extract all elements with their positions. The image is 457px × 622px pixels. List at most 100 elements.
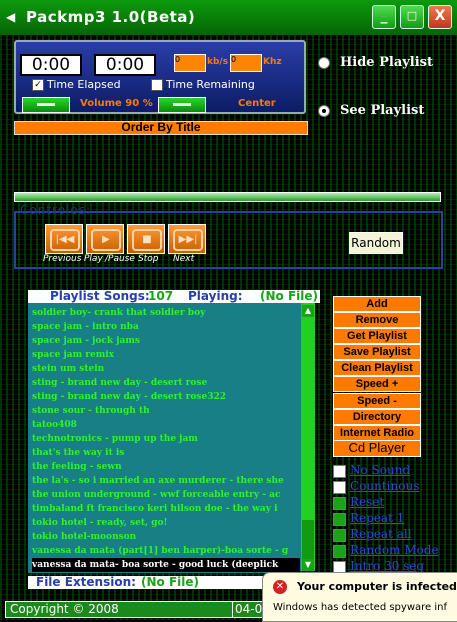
no-sound-checkbox[interactable] — [333, 465, 346, 478]
time-remaining-label: Time Remaining — [166, 78, 255, 91]
notification-body: Windows has detected spyware inf — [273, 602, 447, 613]
bitrate-spinner[interactable]: 0 — [174, 54, 206, 72]
playlist-item[interactable]: vanessa da mata (part[1] ben harper)-boa… — [32, 544, 300, 558]
pause-label: /Pause — [105, 254, 135, 264]
playlist-item[interactable]: tatoo408 — [32, 418, 300, 432]
hide-playlist-radio[interactable] — [318, 57, 330, 69]
next-icon: ▶▶| — [173, 229, 203, 251]
time-remaining-display: 0:00 — [94, 54, 156, 76]
speed-button[interactable]: Speed + — [333, 376, 421, 392]
speaker-icon: ◀ — [6, 10, 16, 24]
hide-playlist-label[interactable]: Hide Playlist — [340, 55, 433, 70]
playlist-item[interactable]: soldier boy- crank that soldier boy — [32, 306, 300, 320]
frequency-value: 0 — [231, 55, 237, 64]
playlist-item[interactable]: space jam remix — [32, 348, 300, 362]
play-label: Play — [84, 254, 103, 264]
playlist-list[interactable]: soldier boy- crank that soldier boy space… — [28, 303, 300, 573]
playlist-item[interactable]: the la's - so i married an axe murderer … — [32, 474, 300, 488]
window-title: Packmp3 1.0(Beta) — [26, 8, 196, 26]
playlist-songs-count: 107 — [148, 289, 174, 303]
get-playlist-button[interactable]: Get Playlist — [333, 328, 421, 344]
previous-button[interactable]: |◀◀ — [45, 224, 83, 254]
stop-icon: ■ — [132, 229, 162, 251]
reset-checkbox[interactable] — [333, 497, 346, 510]
playlist-item[interactable]: timbaland ft francisco keri hilson doe -… — [32, 502, 300, 516]
remove-button[interactable]: Remove — [333, 312, 421, 328]
playlist-item[interactable]: vanessa da mata- boa sorte - good luck (… — [32, 558, 300, 572]
controls-title: Controlos: — [20, 203, 92, 217]
random-button[interactable]: Random — [349, 232, 403, 254]
player-panel: 0:00 0:00 0 kb/s 0 Khz ✓ Time Elapsed Ti… — [14, 40, 306, 114]
playlist-scrollbar[interactable]: ▲ ▼ — [300, 303, 315, 571]
stop-button[interactable]: ■ — [127, 224, 165, 254]
playlist-item[interactable]: sting - brand new day - desert rose322 — [32, 390, 300, 404]
no-sound-option-label[interactable]: No Sound — [350, 464, 410, 477]
playlist-item[interactable]: stein um stein — [32, 362, 300, 376]
repeat-1-checkbox[interactable] — [333, 513, 346, 526]
bitrate-label: kb/s — [207, 57, 229, 67]
repeat-all-checkbox[interactable] — [333, 529, 346, 542]
playlist-item[interactable]: tokio hotel-moonson — [32, 530, 300, 544]
add-button[interactable]: Add — [333, 296, 421, 312]
time-elapsed-label: Time Elapsed — [47, 78, 121, 91]
error-icon: ✕ — [273, 580, 287, 594]
clean-playlist-button[interactable]: Clean Playlist — [333, 360, 421, 376]
minimize-button[interactable]: _ — [372, 5, 396, 29]
random-mode-checkbox[interactable] — [333, 545, 346, 558]
playing-label: Playing: — [188, 289, 243, 303]
time-remaining-checkbox[interactable] — [151, 79, 163, 91]
playlist-item[interactable]: the feeling - sewn — [32, 460, 300, 474]
balance-label: Center — [238, 98, 276, 109]
next-button[interactable]: ▶▶| — [168, 224, 206, 254]
file-extension-label: File Extension: — [36, 575, 136, 589]
scroll-down-icon[interactable]: ▼ — [302, 559, 314, 571]
internet-radio-button[interactable]: Internet Radio — [333, 425, 421, 441]
title-bar[interactable]: ◀ Packmp3 1.0(Beta) _ □ X — [0, 0, 457, 35]
reset-option-label[interactable]: Reset — [350, 496, 384, 509]
close-button[interactable]: X — [428, 5, 452, 29]
maximize-button[interactable]: □ — [400, 5, 424, 29]
playlist-item[interactable]: the union underground - wwf forceable en… — [32, 488, 300, 502]
time-elapsed-checkbox[interactable]: ✓ — [32, 79, 44, 91]
repeat-all-option-label[interactable]: Repeat all — [350, 528, 412, 541]
see-playlist-label[interactable]: See Playlist — [340, 103, 424, 118]
playlist-item[interactable]: technotronics - pump up the jam — [32, 432, 300, 446]
file-extension-value: (No File) — [141, 575, 199, 589]
playlist-item[interactable]: space jam - intro nba — [32, 320, 300, 334]
previous-label: Previous — [43, 254, 82, 264]
save-playlist-button[interactable]: Save Playlist — [333, 344, 421, 360]
countinous-option-label[interactable]: Countinous — [350, 480, 419, 493]
playlist-item[interactable]: that's the way it is — [32, 446, 300, 460]
speed-button[interactable]: Speed - — [333, 393, 421, 409]
repeat-1-option-label[interactable]: Repeat 1 — [350, 512, 404, 525]
scroll-thumb[interactable] — [302, 520, 314, 560]
countinous-checkbox[interactable] — [333, 481, 346, 494]
playlist-item[interactable]: tokio hotel - ready, set, go! — [32, 516, 300, 530]
scroll-up-icon[interactable]: ▲ — [302, 305, 314, 317]
frequency-label: Khz — [263, 57, 282, 67]
next-label: Next — [173, 254, 195, 264]
balance-slider[interactable] — [158, 97, 206, 113]
play-pause-button[interactable]: ▶ — [86, 224, 124, 254]
playlist-item[interactable]: sting - brand new day - desert rose — [32, 376, 300, 390]
time-elapsed-display: 0:00 — [20, 54, 82, 76]
volume-label: Volume 90 % — [80, 98, 153, 109]
see-playlist-radio[interactable] — [318, 105, 330, 117]
stop-label: Stop — [138, 254, 159, 264]
infection-notification[interactable]: ✕ Your computer is infected! Windows has… — [262, 572, 457, 622]
seek-bar[interactable] — [14, 192, 441, 202]
frequency-spinner[interactable]: 0 — [230, 54, 262, 72]
playlist-item[interactable]: stone sour - through th — [32, 404, 300, 418]
playlist-item[interactable]: space jam - jock jams — [32, 334, 300, 348]
play-icon: ▶ — [91, 229, 121, 251]
previous-icon: |◀◀ — [50, 229, 80, 251]
bitrate-value: 0 — [175, 55, 181, 64]
playing-value: (No File) — [260, 289, 318, 303]
notification-heading: Your computer is infected! — [297, 580, 457, 593]
copyright-status: Copyright © 2008 — [5, 601, 233, 618]
volume-slider[interactable] — [22, 97, 70, 113]
directory-button[interactable]: Directory — [333, 409, 421, 425]
order-by-title-button[interactable]: Order By Title — [14, 121, 308, 135]
random-mode-option-label[interactable]: Random Mode — [350, 544, 439, 557]
cd-player-button[interactable]: Cd Player — [333, 440, 421, 457]
